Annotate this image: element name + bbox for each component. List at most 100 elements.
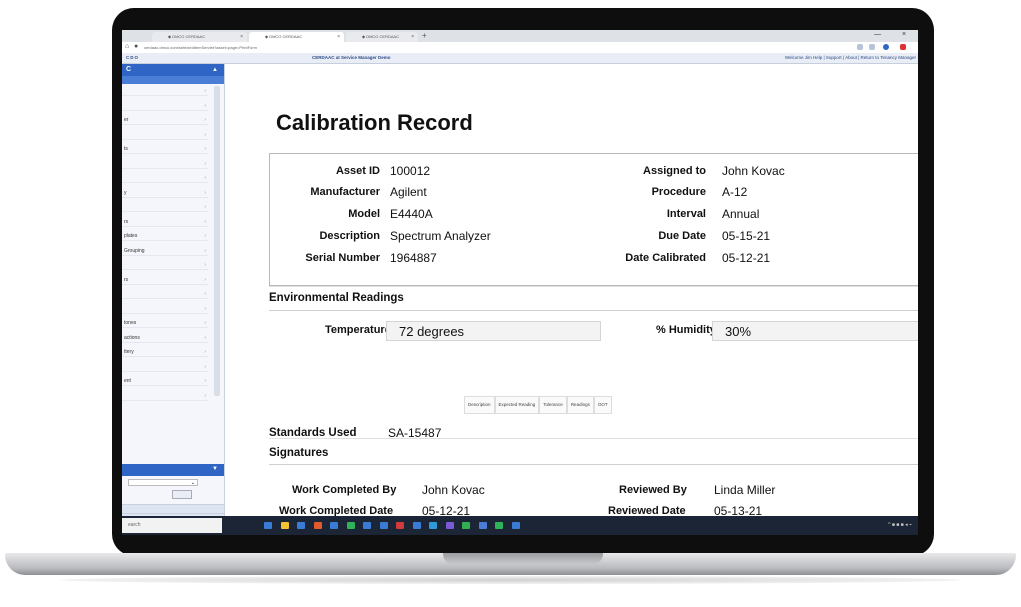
tab-label: ◆ DMCO CERDAAC <box>168 34 206 39</box>
sidebar-go-button[interactable] <box>172 490 192 499</box>
temperature-field[interactable]: 72 degrees <box>386 321 601 341</box>
header-links[interactable]: Welcome Jim Help | Support | About | Ret… <box>785 53 916 63</box>
work-completed-date-label: Work Completed Date <box>279 505 394 516</box>
url-field[interactable]: cerdaac.dmco.com/selectedItemServlet?ass… <box>144 44 444 51</box>
chevron-right-icon: › <box>204 146 206 152</box>
sidebar-item[interactable]: y › <box>122 188 208 198</box>
chevron-right-icon: › <box>204 204 206 210</box>
search-icon[interactable] <box>869 44 875 50</box>
reviewed-date-label: Reviewed Date <box>608 505 686 516</box>
sidebar-lower-header[interactable]: ▼ <box>122 464 224 476</box>
model-value: E4440A <box>390 207 433 221</box>
chevron-down-icon[interactable]: ▼ <box>212 466 218 472</box>
column-header: Tolerance <box>539 396 567 414</box>
new-tab-icon[interactable]: + <box>422 31 427 40</box>
column-header: Readings <box>566 396 594 414</box>
close-icon[interactable]: × <box>411 32 414 42</box>
taskbar-search[interactable]: earch <box>122 518 222 533</box>
sidebar-item[interactable]: ttery › <box>122 347 208 357</box>
sidebar-item[interactable]: › <box>122 130 208 140</box>
back-icon[interactable]: ⌂ <box>125 43 129 50</box>
taskbar-app-icon[interactable] <box>478 522 487 529</box>
chevron-right-icon: › <box>204 320 206 326</box>
work-completed-by-label: Work Completed By <box>292 484 397 496</box>
sidebar-scrollbar[interactable] <box>214 86 220 396</box>
interval-value: Annual <box>722 207 760 221</box>
humidity-field[interactable]: 30% <box>712 321 918 341</box>
taskbar-app-icon[interactable] <box>495 522 503 529</box>
description-label: Description <box>319 230 380 242</box>
sidebar-item[interactable]: › <box>122 289 208 299</box>
sidebar-item[interactable]: › <box>122 159 208 169</box>
taskbar-app-icon[interactable] <box>330 522 338 529</box>
taskbar-app-icon[interactable] <box>363 522 371 529</box>
column-header: Description <box>464 396 495 414</box>
procedure-value: A-12 <box>722 185 748 199</box>
window-close-icon[interactable]: × <box>902 31 906 38</box>
browser-tab[interactable]: ◆ DMCO CERDAAC × <box>346 32 418 42</box>
taskbar-app-icon[interactable] <box>412 522 421 529</box>
taskbar-app-icon[interactable] <box>511 522 520 529</box>
sidebar-item[interactable]: › <box>122 362 208 372</box>
chevron-right-icon: › <box>204 175 206 181</box>
taskbar-app-icon[interactable] <box>396 522 404 529</box>
due-date-label: Due Date <box>658 230 706 242</box>
taskbar-app-icon[interactable] <box>429 522 437 529</box>
reviewed-by-label: Reviewed By <box>619 484 687 496</box>
sidebar-item[interactable]: › <box>122 202 208 212</box>
sidebar-item[interactable]: rs › <box>122 217 208 227</box>
assigned-to-label: Assigned to <box>643 165 706 177</box>
sidebar-item[interactable]: › <box>122 391 208 401</box>
sidebar-item[interactable]: › <box>122 260 208 270</box>
extension-icon[interactable] <box>857 44 863 50</box>
chevron-right-icon: › <box>204 160 206 167</box>
column-header: Expected Reading <box>494 396 540 414</box>
sidebar-item[interactable]: › <box>122 304 208 314</box>
taskbar-app-icon[interactable] <box>346 522 355 529</box>
menu-icon[interactable] <box>900 44 906 50</box>
taskbar-app-icon[interactable] <box>313 522 322 529</box>
sidebar-select[interactable]: ⌄ <box>128 479 198 486</box>
sidebar-item[interactable]: ts › <box>122 144 208 154</box>
sidebar-item[interactable]: ent › <box>122 376 208 386</box>
sidebar-item-label: ts <box>124 146 128 152</box>
app-logo: CDO <box>126 55 139 60</box>
profile-icon[interactable] <box>883 44 889 50</box>
tab-label: ◆ DMCO CERDAAC <box>265 34 303 39</box>
system-tray[interactable]: ^ ■ ■ ■ ◂ ⌁ <box>888 522 912 528</box>
sidebar: C ▲ › › er › › ts › › › y › › rs › plates › Grouping › › rs… <box>122 64 225 516</box>
browser-tab[interactable]: ◆ DMCO CERDAAC × <box>152 32 247 42</box>
sidebar-item[interactable]: plates › <box>122 231 208 241</box>
sidebar-header[interactable]: C ▲ <box>122 64 224 76</box>
taskbar-app-icon[interactable] <box>297 522 305 529</box>
sidebar-item[interactable]: › <box>122 173 208 183</box>
browser-tab-active[interactable]: ◆ DMCO CERDAAC × <box>249 32 344 42</box>
sidebar-item[interactable]: › <box>122 86 208 96</box>
minimize-icon[interactable]: — <box>874 31 881 38</box>
sidebar-item[interactable]: › <box>122 101 208 111</box>
chevron-right-icon: › <box>204 334 206 341</box>
sidebar-item[interactable]: tones › <box>122 318 208 328</box>
chevron-right-icon: › <box>204 305 206 312</box>
chevron-right-icon: › <box>204 102 206 109</box>
close-icon[interactable]: × <box>240 32 243 42</box>
sidebar-item[interactable]: rs › <box>122 275 208 285</box>
chevron-up-icon[interactable]: ▲ <box>212 64 218 76</box>
taskbar-app-icon[interactable] <box>280 522 289 529</box>
sidebar-item[interactable]: actions › <box>122 333 208 343</box>
taskbar-app-icon[interactable] <box>462 522 470 529</box>
sidebar-item[interactable]: er › <box>122 115 208 125</box>
taskbar-app-icon[interactable] <box>445 522 454 529</box>
taskbar-app-icon[interactable] <box>264 522 272 529</box>
taskbar-app-icon[interactable] <box>379 522 388 529</box>
laptop-shadow <box>60 576 960 584</box>
chevron-right-icon: › <box>204 189 206 196</box>
environmental-heading: Environmental Readings <box>269 286 918 311</box>
sidebar-item[interactable]: Grouping › <box>122 246 208 256</box>
chevron-right-icon: › <box>204 276 206 283</box>
readings-table-header: Description Expected Reading Tolerance R… <box>464 396 612 414</box>
procedure-label: Procedure <box>651 186 706 198</box>
sidebar-item-label: tones <box>124 320 137 326</box>
close-icon[interactable]: × <box>337 32 340 42</box>
chevron-right-icon: › <box>204 131 206 138</box>
